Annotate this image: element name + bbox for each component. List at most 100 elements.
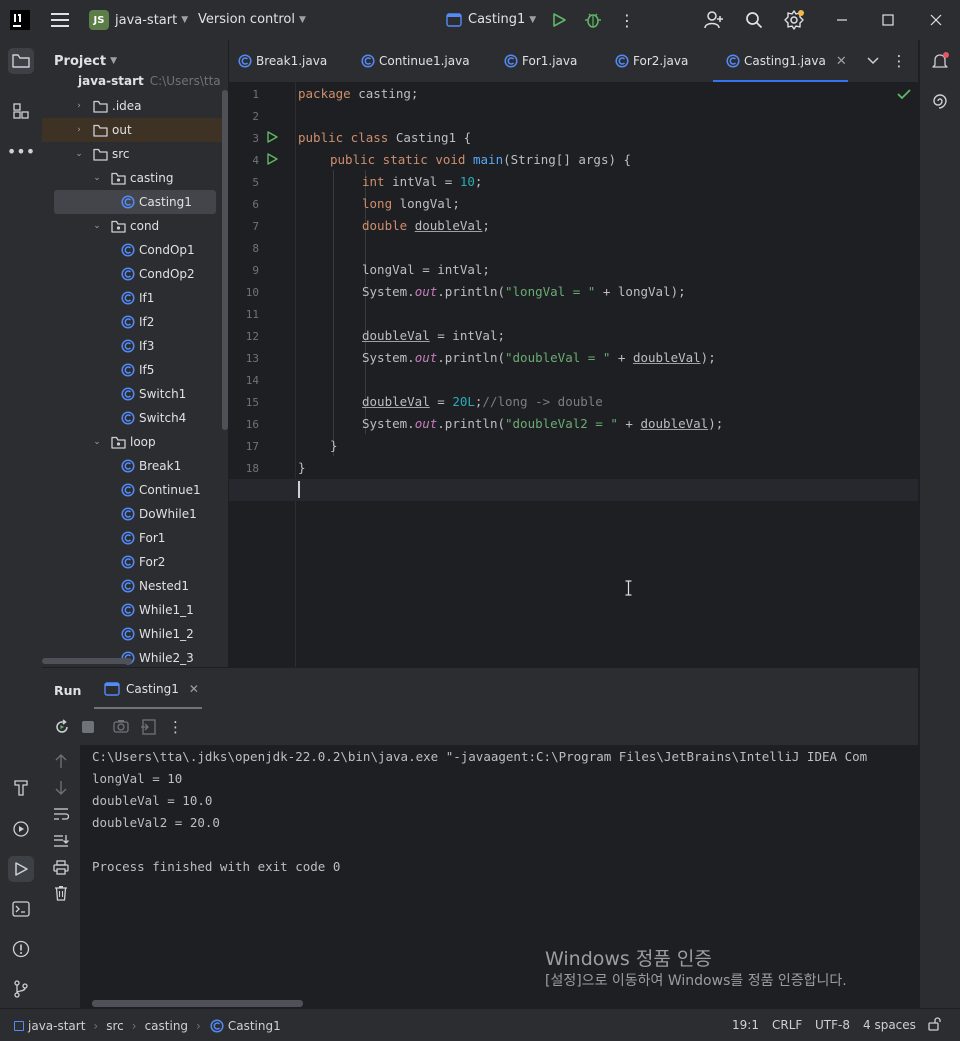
- build-hammer-icon[interactable]: [8, 775, 34, 801]
- project-selector[interactable]: JS java-start ▼: [89, 10, 188, 30]
- arrow-up-icon[interactable]: [54, 753, 68, 769]
- more-tools-icon[interactable]: •••: [7, 138, 35, 164]
- tree-item-class[interactable]: Switch1: [42, 382, 228, 406]
- services-icon[interactable]: [8, 816, 34, 842]
- run-tab-casting1[interactable]: Casting1 ✕: [94, 668, 202, 710]
- tree-item-class[interactable]: Switch4: [42, 406, 228, 430]
- run-gutter-icon[interactable]: [266, 153, 278, 165]
- search-icon[interactable]: [744, 10, 764, 30]
- add-user-icon[interactable]: [704, 10, 724, 30]
- debug-button[interactable]: [584, 11, 602, 29]
- tree-item-label: CondOp2: [139, 267, 195, 281]
- project-panel-title[interactable]: Project: [54, 54, 106, 69]
- close-run-tab-icon[interactable]: ✕: [189, 682, 199, 696]
- tree-item-class[interactable]: DoWhile1: [42, 502, 228, 526]
- tab-for2[interactable]: For2.java: [614, 40, 688, 82]
- chevron-down-icon[interactable]: ⌄: [92, 173, 102, 183]
- tree-item-class[interactable]: Casting1: [54, 190, 216, 214]
- run-tool-icon[interactable]: [8, 856, 34, 882]
- caret-position[interactable]: 19:1: [732, 1018, 759, 1032]
- print-icon[interactable]: [53, 859, 69, 875]
- tree-scrollbar[interactable]: [222, 90, 228, 430]
- run-more-icon[interactable]: ⋮: [168, 718, 183, 736]
- git-branch-icon[interactable]: [8, 976, 34, 1002]
- breadcrumb-item[interactable]: src: [106, 1019, 124, 1033]
- chevron-right-icon[interactable]: ›: [74, 101, 84, 111]
- tree-item-class[interactable]: While1_1: [42, 598, 228, 622]
- more-actions-icon[interactable]: ⋮: [618, 11, 636, 30]
- tree-item-class[interactable]: If2: [42, 310, 228, 334]
- tree-item-class[interactable]: For1: [42, 526, 228, 550]
- notifications-bell-icon[interactable]: [927, 48, 953, 74]
- chevron-down-icon[interactable]: ⌄: [74, 149, 84, 159]
- project-folder-icon[interactable]: [8, 48, 34, 74]
- indent-setting[interactable]: 4 spaces: [863, 1018, 916, 1032]
- settings-gear-icon[interactable]: [784, 10, 804, 30]
- line-number: 3: [252, 132, 259, 145]
- close-tab-icon[interactable]: ✕: [836, 54, 847, 69]
- tab-continue1[interactable]: Continue1.java: [360, 40, 470, 82]
- tree-h-scrollbar[interactable]: [42, 658, 132, 664]
- tab-break1[interactable]: Break1.java: [237, 40, 327, 82]
- chevron-right-icon[interactable]: ›: [74, 125, 84, 135]
- tab-casting1[interactable]: Casting1.java ✕: [713, 40, 848, 83]
- tree-item-folder[interactable]: › out: [42, 118, 228, 142]
- rerun-icon[interactable]: [54, 719, 70, 735]
- terminal-icon[interactable]: [8, 896, 34, 922]
- line-number: 6: [252, 198, 259, 211]
- main-menu-icon[interactable]: [50, 10, 70, 30]
- chevron-down-icon[interactable]: ⌄: [92, 221, 102, 231]
- soft-wrap-icon[interactable]: [53, 807, 70, 823]
- tree-item-class[interactable]: If3: [42, 334, 228, 358]
- tree-item-class[interactable]: Continue1: [42, 478, 228, 502]
- run-button[interactable]: [550, 11, 568, 29]
- breadcrumb-item[interactable]: Casting1: [228, 1019, 281, 1033]
- breadcrumb-item[interactable]: java-start: [28, 1019, 85, 1033]
- code-editor[interactable]: 12345678910111213141516171819 package ca…: [229, 82, 918, 667]
- console-output[interactable]: C:\Users\tta\.jdks\openjdk-22.0.2\bin\ja…: [80, 745, 918, 1008]
- tree-item-class[interactable]: If5: [42, 358, 228, 382]
- tree-item-folder[interactable]: › .idea: [42, 94, 228, 118]
- chevron-down-icon[interactable]: ▼: [110, 56, 117, 66]
- chevron-down-icon[interactable]: ⌄: [92, 437, 102, 447]
- problems-icon[interactable]: [8, 936, 34, 962]
- close-window-icon[interactable]: [926, 10, 946, 30]
- minimize-icon[interactable]: [832, 10, 852, 30]
- vcs-selector[interactable]: Version control ▼: [198, 12, 306, 27]
- tabs-dropdown-icon[interactable]: [865, 53, 881, 69]
- left-tool-strip: •••: [0, 40, 43, 1008]
- tree-item-class[interactable]: Break1: [42, 454, 228, 478]
- tree-item-class[interactable]: CondOp2: [42, 262, 228, 286]
- trash-icon[interactable]: [53, 885, 69, 901]
- line-separator[interactable]: CRLF: [772, 1018, 802, 1032]
- arrow-down-icon[interactable]: [54, 780, 68, 796]
- ai-assistant-spiral-icon[interactable]: [927, 88, 953, 114]
- scroll-to-end-icon[interactable]: [53, 833, 69, 849]
- camera-icon[interactable]: [113, 719, 129, 735]
- tree-root-row[interactable]: java-start C:\Users\tta: [42, 74, 228, 88]
- tree-item-folder[interactable]: ⌄ casting: [42, 166, 228, 190]
- tab-actions-icon[interactable]: ⋮: [891, 52, 907, 70]
- restore-layout-icon[interactable]: [140, 719, 156, 735]
- stop-icon[interactable]: [82, 721, 94, 733]
- tab-for1[interactable]: For1.java: [503, 40, 577, 82]
- breadcrumb-item[interactable]: casting: [145, 1019, 188, 1033]
- tree-item-class[interactable]: CondOp1: [42, 238, 228, 262]
- run-gutter-icon[interactable]: [266, 131, 278, 143]
- lock-icon[interactable]: [928, 1017, 942, 1031]
- run-config-selector[interactable]: Casting1 ▼: [446, 12, 536, 27]
- file-encoding[interactable]: UTF-8: [815, 1018, 850, 1032]
- tree-item-class[interactable]: Nested1: [42, 574, 228, 598]
- maximize-icon[interactable]: [878, 10, 898, 30]
- intellij-logo-icon[interactable]: [10, 10, 30, 30]
- structure-icon[interactable]: [8, 98, 34, 124]
- no-problems-check-icon[interactable]: [897, 88, 911, 102]
- tree-item-folder[interactable]: ⌄ cond: [42, 214, 228, 238]
- vcs-label: Version control: [198, 12, 295, 27]
- tree-item-folder[interactable]: ⌄ loop: [42, 430, 228, 454]
- tree-item-class[interactable]: If1: [42, 286, 228, 310]
- tree-item-class[interactable]: For2: [42, 550, 228, 574]
- tree-item-class[interactable]: While1_2: [42, 622, 228, 646]
- console-h-scrollbar[interactable]: [92, 1000, 303, 1007]
- tree-item-folder[interactable]: ⌄ src: [42, 142, 228, 166]
